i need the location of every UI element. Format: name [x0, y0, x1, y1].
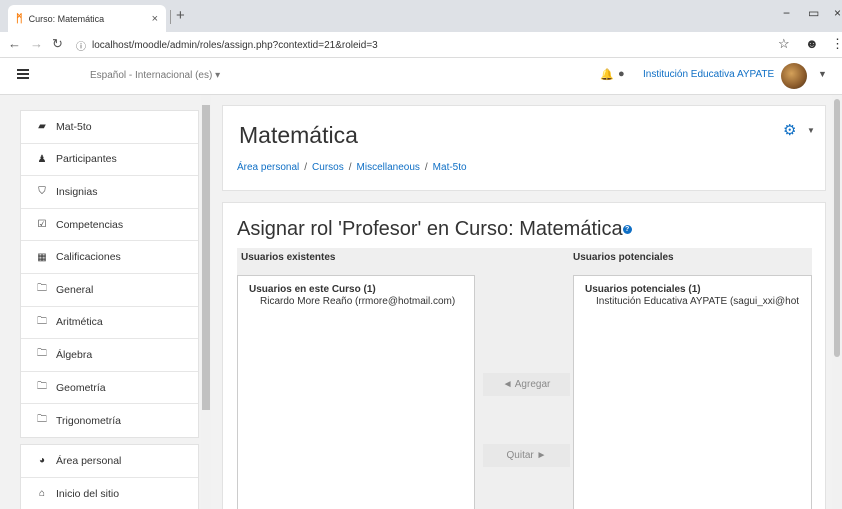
breadcrumb-item[interactable]: Área personal [237, 162, 299, 173]
sidebar-item-label: Calificaciones [56, 251, 121, 264]
potential-users-group: Usuarios potenciales (1) [585, 284, 701, 295]
chat-icon[interactable]: ● [618, 68, 625, 80]
sidebar-item[interactable]: ⌂ Inicio del sitio [21, 478, 198, 509]
sidebar-item[interactable]: 🗀 Aritmética [21, 307, 198, 340]
help-icon[interactable]: ? [622, 225, 632, 235]
new-tab-button[interactable]: + [176, 7, 185, 24]
site-navbar: Español - Internacional (es) ▾ 🔔 ● Insti… [0, 58, 842, 95]
sidebar-item-label: Aritmética [56, 316, 103, 329]
sidebar-item-label: Álgebra [56, 348, 93, 361]
tab-close-icon[interactable]: × [152, 13, 158, 25]
sidebar-item-label: Mat-5to [56, 120, 92, 133]
existing-users-header: Usuarios existentes [241, 252, 336, 263]
add-button[interactable]: ◄ Agregar [483, 373, 570, 396]
remove-button[interactable]: Quitar ► [483, 444, 570, 467]
maximize-button[interactable]: ▭ [808, 6, 819, 20]
sidebar-item[interactable]: ⛉ Insignias [21, 176, 198, 209]
potential-users-select[interactable]: Usuarios potenciales (1) Institución Edu… [573, 275, 812, 509]
sidebar-item-label: Participantes [56, 153, 117, 166]
list-item[interactable]: Institución Educativa AYPATE (sagui_xxi@… [585, 296, 800, 307]
account-icon[interactable]: ☻ [805, 36, 819, 51]
folder-icon: 🗀 [37, 283, 47, 295]
graduation-cap-icon: ▰ [38, 121, 46, 133]
reload-icon[interactable]: ↻ [52, 36, 63, 52]
sidebar-item[interactable]: ▦ Calificaciones [21, 241, 198, 274]
sidebar-item[interactable]: 🗀 Álgebra [21, 339, 198, 372]
existing-users-select[interactable]: Usuarios en este Curso (1) Ricardo More … [237, 275, 475, 509]
sidebar-item[interactable]: 🗀 General [21, 274, 198, 307]
drawer-scrollbar[interactable] [201, 95, 211, 509]
browser-tab[interactable]: ᛗ Curso: Matemática × [8, 5, 166, 32]
tachometer-icon: ◕ [38, 455, 46, 467]
sidebar-item-label: General [56, 283, 94, 296]
url-field[interactable]: ⓘ localhost/moodle/admin/roles/assign.ph… [76, 35, 756, 55]
folder-icon: 🗀 [37, 315, 47, 327]
sidebar-item[interactable]: 🗀 Trigonometría [21, 404, 198, 437]
window-close-button[interactable]: × [834, 6, 841, 20]
users-icon: ♟ [37, 153, 47, 165]
sidebar-item[interactable]: ▰ Mat-5to [21, 111, 198, 144]
page-title: Asignar rol 'Profesor' en Curso: Matemát… [237, 218, 632, 241]
folder-icon: 🗀 [37, 381, 47, 393]
list-item[interactable]: Ricardo More Reaño (rrmore@hotmail.com) [249, 296, 463, 307]
folder-icon: 🗀 [37, 348, 47, 360]
bookmark-star-icon[interactable]: ☆ [778, 36, 790, 52]
avatar[interactable] [781, 63, 807, 89]
user-name[interactable]: Institución Educativa AYPATE [643, 69, 774, 80]
sidebar-item-label: Geometría [56, 381, 106, 394]
address-bar: ← → ↻ ⓘ localhost/moodle/admin/roles/ass… [0, 32, 842, 58]
chevron-down-icon[interactable]: ▼ [807, 126, 815, 135]
browser-menu-icon[interactable]: ⋮ [831, 36, 842, 52]
role-assign-table: Usuarios existentes Usuarios potenciales… [237, 248, 812, 509]
sidebar-item[interactable]: 🗀 Geometría [21, 372, 198, 405]
info-icon[interactable]: ⓘ [76, 38, 86, 53]
sidebar-item[interactable]: ◕ Área personal [21, 445, 198, 478]
content-card: Asignar rol 'Profesor' en Curso: Matemát… [222, 202, 826, 509]
check-square-icon: ☑ [37, 219, 47, 231]
sidebar-item[interactable]: ☑ Competencias [21, 209, 198, 242]
sidebar-item-label: Área personal [56, 454, 122, 467]
breadcrumb-item[interactable]: Mat-5to [433, 162, 467, 173]
forward-arrow-icon[interactable]: → [30, 36, 43, 51]
page-header: Matemática Área personal / Cursos / Miscella… [222, 105, 826, 191]
sidebar-item-label: Trigonometría [56, 414, 121, 427]
course-title: Matemática [239, 122, 358, 148]
sidebar-item-label: Inicio del sitio [56, 487, 120, 500]
shield-icon: ⛉ [38, 186, 46, 198]
potential-users-header: Usuarios potenciales [573, 252, 674, 263]
back-arrow-icon[interactable]: ← [8, 36, 21, 51]
hamburger-menu-icon[interactable] [17, 69, 29, 79]
sidebar-item-label: Insignias [56, 185, 98, 198]
chevron-down-icon[interactable]: ▼ [818, 69, 827, 79]
sidebar-item[interactable]: ♟ Participantes [21, 144, 198, 177]
breadcrumb-item[interactable]: Cursos [312, 162, 344, 173]
browser-tab-bar: ᛗ Curso: Matemática × + − ▭ × [0, 0, 842, 32]
sidebar-item-label: Competencias [56, 218, 124, 231]
tab-title: Curso: Matemática [28, 13, 105, 24]
site-nav-group: ◕ Área personal ⌂ Inicio del sitio [20, 444, 199, 509]
home-icon: ⌂ [38, 488, 46, 500]
gear-icon[interactable]: ⚙ [783, 121, 796, 139]
table-icon: ▦ [37, 251, 47, 263]
bell-icon[interactable]: 🔔 [600, 68, 614, 81]
url-text: localhost/moodle/admin/roles/assign.php?… [92, 39, 378, 51]
moodle-favicon-icon: ᛗ [16, 12, 23, 25]
breadcrumb-item[interactable]: Miscellaneous [357, 162, 420, 173]
course-nav-group: ▰ Mat-5to ♟ Participantes ⛉ Insignias ☑ Compete… [20, 110, 199, 438]
language-menu[interactable]: Español - Internacional (es) ▾ [90, 70, 220, 81]
existing-users-group: Usuarios en este Curso (1) [249, 284, 376, 295]
breadcrumb: Área personal / Cursos / Miscellaneous / Mat-5… [237, 162, 467, 173]
page-scrollbar[interactable] [832, 95, 842, 509]
minimize-button[interactable]: − [783, 6, 790, 20]
folder-icon: 🗀 [37, 414, 47, 426]
tab-separator [170, 10, 171, 24]
